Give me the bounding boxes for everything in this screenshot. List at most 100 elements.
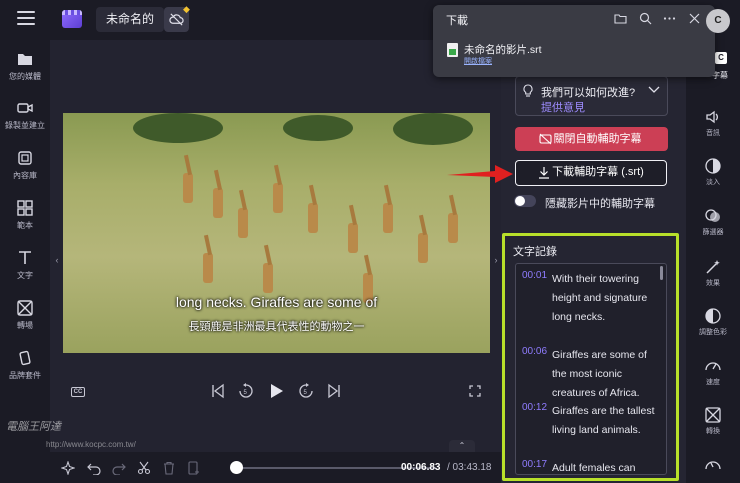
speed-gauge-icon bbox=[705, 362, 721, 371]
rail-item-label: 淡入 bbox=[706, 179, 720, 186]
rail-item-transition[interactable]: 轉換 bbox=[686, 406, 740, 436]
video-camera-icon bbox=[17, 103, 33, 113]
transcript-scrollbar[interactable] bbox=[660, 266, 663, 280]
transcript-list[interactable]: 00:01 With their towering height and sig… bbox=[515, 263, 667, 475]
captions-off-icon bbox=[539, 133, 552, 145]
forward-5-icon[interactable]: 5 bbox=[297, 382, 315, 400]
rail-item-label: 效果 bbox=[706, 280, 720, 287]
downloaded-file-name[interactable]: 未命名的影片.srt bbox=[464, 42, 542, 57]
color-adjust-icon bbox=[705, 308, 721, 324]
sidebar-item-label: 轉場 bbox=[17, 321, 33, 330]
sidebar-item-transitions[interactable]: 轉場 bbox=[0, 299, 50, 331]
sidebar-item-label: 內容庫 bbox=[13, 171, 37, 180]
transcript-timestamp[interactable]: 00:01 bbox=[522, 270, 547, 281]
annotation-red-arrow bbox=[447, 165, 513, 183]
watermark-text: 電腦王阿達 bbox=[6, 421, 61, 433]
download-captions-srt-button[interactable]: 下載輔助字幕 (.srt) bbox=[515, 160, 667, 186]
undo-icon[interactable] bbox=[87, 461, 101, 475]
folder-icon bbox=[18, 54, 32, 65]
fullscreen-icon[interactable] bbox=[469, 385, 481, 397]
more-options-icon[interactable] bbox=[663, 12, 676, 25]
add-to-timeline-icon[interactable] bbox=[187, 461, 201, 475]
closed-captions-button[interactable]: CC bbox=[71, 387, 85, 397]
tree-shape bbox=[393, 113, 473, 145]
transcript-text: Giraffes are the tallest living land ani… bbox=[552, 405, 655, 436]
project-title[interactable]: 未命名的 bbox=[96, 7, 165, 32]
skip-to-start-icon[interactable] bbox=[209, 382, 227, 400]
collapse-right-chevron-icon[interactable]: › bbox=[491, 255, 501, 269]
transcript-timestamp[interactable]: 00:06 bbox=[522, 346, 547, 357]
total-time: / 03:43.18 bbox=[447, 462, 492, 473]
transcript-timestamp[interactable]: 00:17 bbox=[522, 459, 547, 470]
timeline-expand-chevron-icon[interactable]: ⌃ bbox=[449, 440, 475, 452]
rewind-5-icon[interactable]: 5 bbox=[237, 382, 255, 400]
transcript-text: Giraffes are some of the most iconic cre… bbox=[552, 349, 647, 399]
avatar[interactable]: C bbox=[706, 9, 730, 33]
open-folder-icon[interactable] bbox=[614, 12, 627, 25]
magic-sparkle-icon[interactable] bbox=[61, 461, 75, 475]
close-icon[interactable] bbox=[688, 12, 701, 25]
lightbulb-icon bbox=[523, 84, 533, 97]
collapse-left-chevron-icon[interactable]: ‹ bbox=[52, 255, 62, 269]
sidebar-item-label: 您的媒體 bbox=[9, 72, 41, 81]
giraffe-shape bbox=[273, 183, 283, 213]
speaker-icon bbox=[706, 110, 718, 124]
speed-gauge-partial-icon[interactable] bbox=[704, 455, 722, 473]
sidebar-item-text[interactable]: 文字 bbox=[0, 249, 50, 281]
scissors-icon[interactable] bbox=[137, 461, 151, 475]
rail-item-adjust-colors[interactable]: 調整色彩 bbox=[686, 307, 740, 337]
giraffe-shape bbox=[308, 203, 318, 233]
seek-handle[interactable] bbox=[230, 461, 243, 474]
giraffe-shape bbox=[238, 208, 248, 238]
sidebar-item-record-create[interactable]: 錄製並建立 bbox=[0, 99, 50, 131]
rail-item-effects[interactable]: 效果 bbox=[686, 258, 740, 288]
effects-wand-icon bbox=[706, 260, 720, 274]
giraffe-shape bbox=[418, 233, 428, 263]
giraffe-shape bbox=[383, 203, 393, 233]
transcript-timestamp[interactable]: 00:12 bbox=[522, 402, 547, 413]
skip-to-end-icon[interactable] bbox=[325, 382, 343, 400]
brand-kit-icon bbox=[19, 350, 31, 366]
feedback-link[interactable]: 提供意見 bbox=[541, 99, 585, 115]
transcript-title: 文字記錄 bbox=[513, 246, 557, 258]
transitions-icon bbox=[17, 300, 33, 316]
rail-item-label: 篩選器 bbox=[702, 229, 724, 236]
hide-captions-toggle[interactable] bbox=[514, 195, 536, 207]
sidebar-item-templates[interactable]: 範本 bbox=[0, 199, 50, 231]
download-icon bbox=[539, 167, 549, 179]
captions-icon[interactable]: C bbox=[715, 52, 727, 64]
chevron-down-icon[interactable] bbox=[648, 84, 660, 94]
caption-chinese: 長頸鹿是非洲最具代表性的動物之一 bbox=[188, 321, 365, 333]
watermark-url: http://www.kocpc.com.tw/ bbox=[46, 440, 136, 449]
fade-icon bbox=[705, 158, 721, 174]
rail-item-fade[interactable]: 淡入 bbox=[686, 157, 740, 187]
text-icon bbox=[19, 251, 31, 264]
giraffe-shape bbox=[213, 188, 223, 218]
sidebar-item-label: 錄製並建立 bbox=[5, 121, 45, 130]
rail-item-audio[interactable]: 音訊 bbox=[686, 108, 740, 138]
cloud-off-icon bbox=[169, 13, 184, 26]
rail-item-speed[interactable]: 速度 bbox=[686, 357, 740, 387]
trash-icon[interactable] bbox=[162, 461, 176, 475]
video-preview[interactable]: long necks. Giraffes are some of 長頸鹿是非洲最… bbox=[63, 113, 490, 353]
transcript-text: With their towering height and signature… bbox=[552, 273, 648, 323]
turn-off-auto-captions-button[interactable]: 關閉自動輔助字幕 bbox=[515, 127, 668, 151]
sidebar-item-your-media[interactable]: 您的媒體 bbox=[0, 50, 50, 82]
library-icon bbox=[18, 151, 32, 165]
tree-shape bbox=[283, 115, 353, 141]
sidebar-item-content-library[interactable]: 內容庫 bbox=[0, 149, 50, 181]
transition-icon bbox=[705, 407, 721, 423]
turn-off-auto-captions-label: 關閉自動輔助字幕 bbox=[553, 133, 642, 145]
download-captions-label: 下載輔助字幕 (.srt) bbox=[552, 166, 644, 178]
rail-item-filters[interactable]: 篩選器 bbox=[686, 207, 740, 237]
sidebar-item-brand-kit[interactable]: 品牌套件 bbox=[0, 349, 50, 381]
open-file-link[interactable]: 開啟檔案 bbox=[464, 56, 492, 66]
svg-text:5: 5 bbox=[304, 390, 308, 396]
redo-icon[interactable] bbox=[112, 461, 126, 475]
rail-item-label: 轉換 bbox=[706, 428, 720, 435]
sidebar-item-label: 文字 bbox=[17, 271, 33, 280]
search-icon[interactable] bbox=[639, 12, 652, 25]
play-icon[interactable] bbox=[267, 382, 285, 400]
srt-file-icon bbox=[447, 43, 458, 57]
hamburger-menu-icon[interactable] bbox=[17, 11, 35, 25]
